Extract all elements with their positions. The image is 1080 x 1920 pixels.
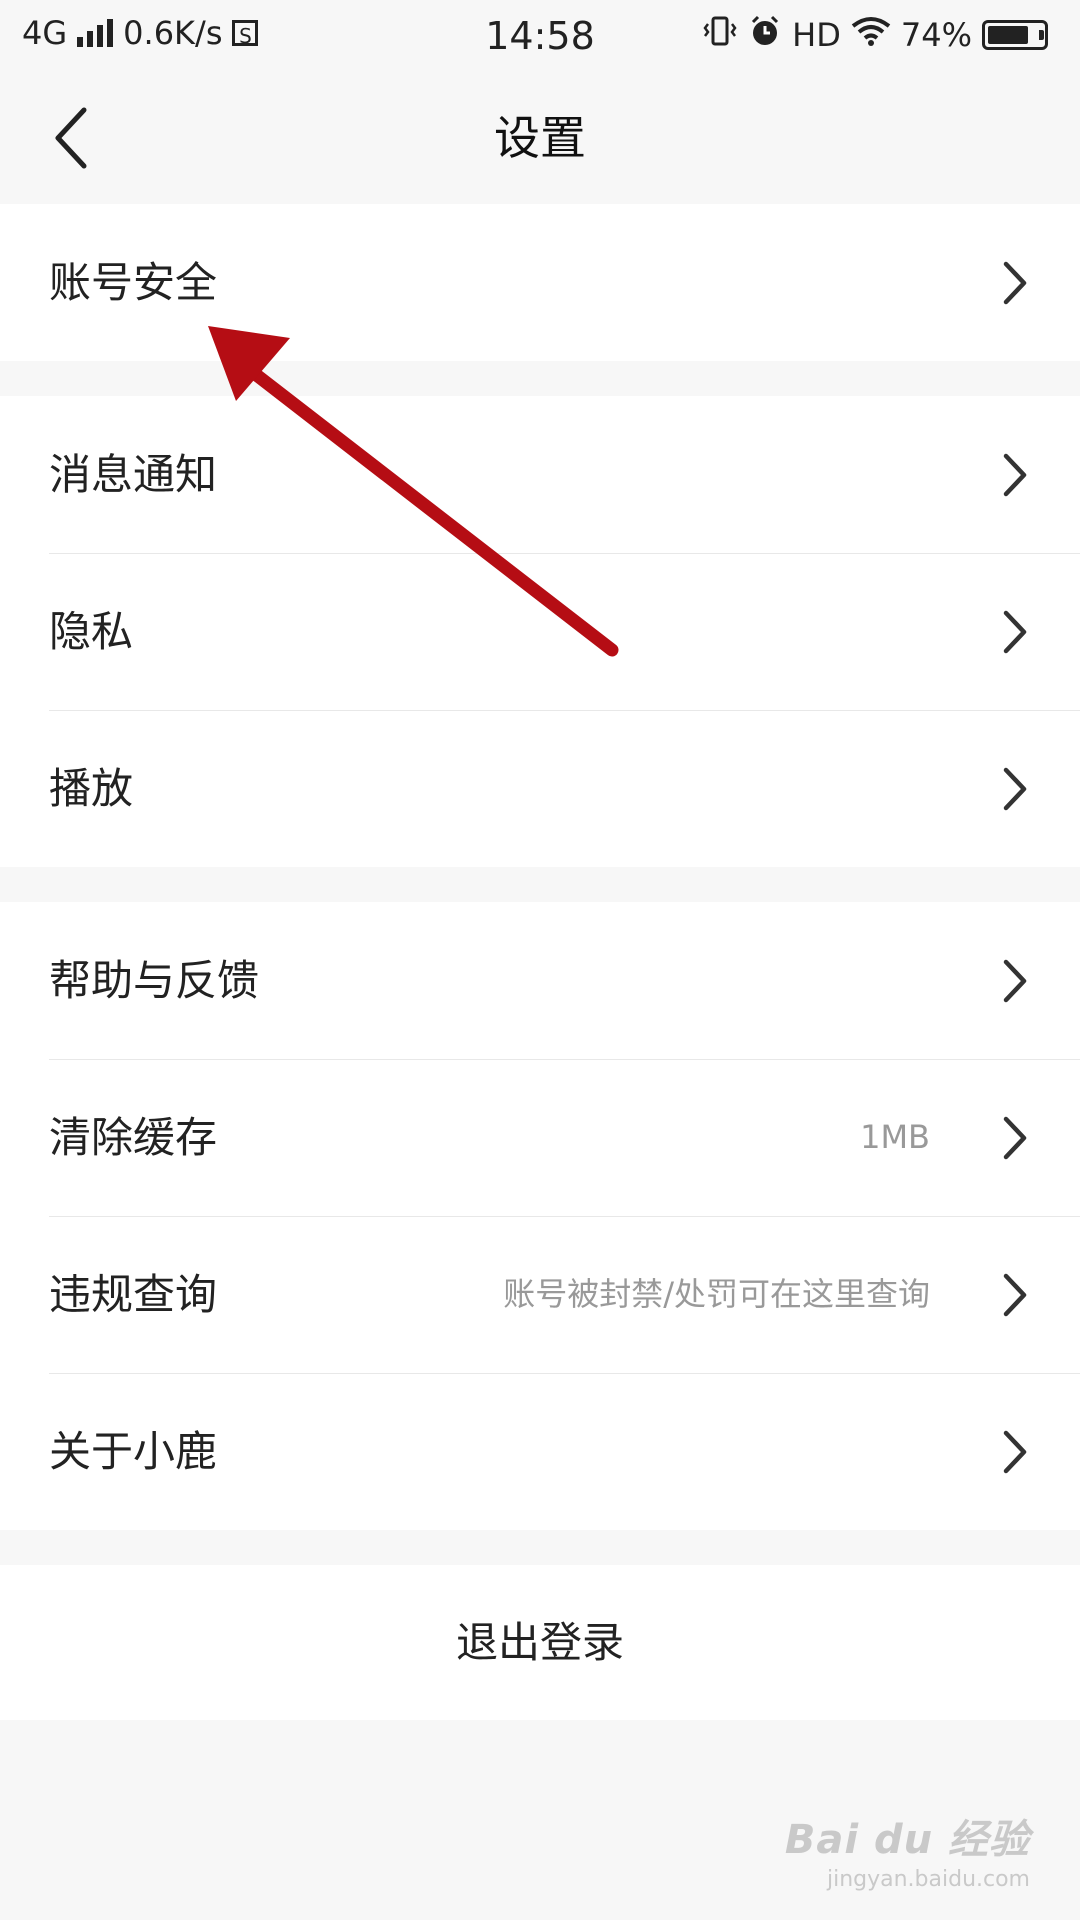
watermark-logo: Bai du 经验 — [784, 1817, 1030, 1863]
hd-indicator: HD — [792, 16, 841, 54]
chevron-right-icon — [1003, 261, 1027, 305]
chevron-right-icon — [1003, 453, 1027, 497]
settings-item-label: 关于小鹿 — [49, 1427, 218, 1476]
settings-item-label: 帮助与反馈 — [49, 956, 260, 1005]
settings-item-label: 账号安全 — [49, 258, 218, 307]
settings-item-account-security[interactable]: 账号安全 — [0, 204, 1080, 361]
watermark-url: jingyan.baidu.com — [826, 1867, 1030, 1892]
chevron-right-icon — [1003, 1273, 1027, 1317]
vibrate-icon — [702, 15, 738, 55]
settings-item-notifications[interactable]: 消息通知 — [0, 396, 1080, 553]
chevron-right-icon — [1003, 1116, 1027, 1160]
settings-item-clear-cache[interactable]: 清除缓存 1MB — [0, 1059, 1080, 1216]
back-button[interactable] — [40, 102, 112, 174]
settings-group-general: 消息通知 隐私 播放 — [0, 396, 1080, 867]
baidu-jingyan-watermark: Bai du 经验 jingyan.baidu.com — [785, 1807, 1030, 1892]
chevron-right-icon — [1003, 1430, 1027, 1474]
settings-item-label: 播放 — [49, 764, 134, 813]
settings-item-label: 违规查询 — [49, 1270, 218, 1319]
back-arrow-icon — [55, 107, 87, 169]
logout-button[interactable]: 退出登录 — [0, 1565, 1080, 1720]
title-bar: 设置 — [0, 72, 1080, 204]
chevron-right-icon — [1003, 767, 1027, 811]
settings-item-violation-query[interactable]: 违规查询 账号被封禁/处罚可在这里查询 — [0, 1216, 1080, 1373]
chevron-right-icon — [1003, 610, 1027, 654]
settings-item-label: 隐私 — [49, 607, 134, 656]
alarm-icon — [748, 14, 782, 56]
settings-group-more: 帮助与反馈 清除缓存 1MB 违规查询 账号被封禁/处罚可在这里查询 关于小鹿 — [0, 902, 1080, 1530]
wifi-icon — [851, 16, 891, 54]
settings-item-label: 清除缓存 — [49, 1113, 218, 1162]
settings-item-playback[interactable]: 播放 — [0, 710, 1080, 867]
settings-item-label: 消息通知 — [49, 450, 218, 499]
settings-item-about[interactable]: 关于小鹿 — [0, 1373, 1080, 1530]
logout-label: 退出登录 — [455, 1618, 624, 1667]
cache-size-value: 1MB — [860, 1118, 930, 1156]
settings-item-help-feedback[interactable]: 帮助与反馈 — [0, 902, 1080, 1059]
violation-query-hint: 账号被封禁/处罚可在这里查询 — [503, 1275, 930, 1313]
settings-item-privacy[interactable]: 隐私 — [0, 553, 1080, 710]
settings-group-account: 账号安全 — [0, 204, 1080, 361]
battery-icon — [982, 20, 1048, 50]
battery-percent: 74% — [900, 16, 972, 54]
status-bar: 4G 0.6K/s S 14:58 HD 74% — [0, 0, 1080, 72]
page-title: 设置 — [494, 111, 586, 165]
status-right: HD 74% — [702, 14, 1058, 56]
chevron-right-icon — [1003, 959, 1027, 1003]
